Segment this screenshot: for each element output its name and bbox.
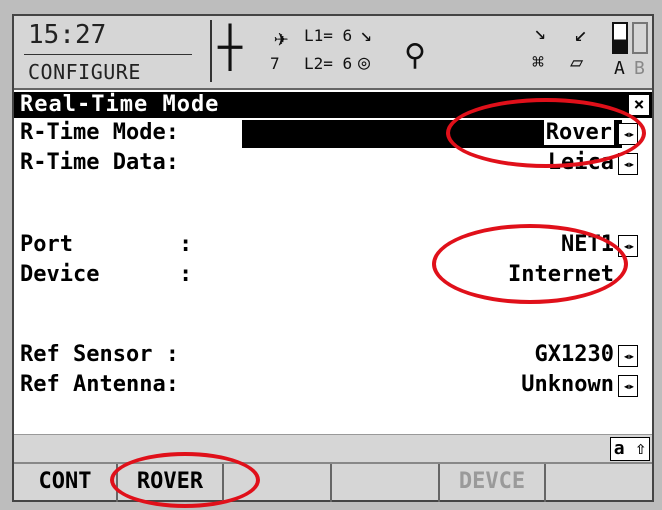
divider [24,54,192,55]
left-right-arrows-icon[interactable]: ◂▸ [618,123,638,145]
field-value[interactable]: Leica [548,150,614,175]
softkey-bar: CONT ROVER DEVCE [14,462,652,502]
battery-a-label: A [614,58,625,79]
rover-button[interactable]: ROVER [118,464,224,502]
info-bar: a ⇧ [14,434,652,462]
clock: 15:27 [28,20,107,50]
battery-b-label: B [634,58,645,79]
field-label: Port : [20,232,193,257]
satellite-icon: ✈ [274,24,289,52]
device-frame: 15:27 CONFIGURE ┼ ✈ 7 L1= 6 L2= 6 ↘ ◎ ⚲ … [0,0,662,510]
close-button[interactable]: × [628,94,650,116]
link-icon: ⌘ [532,50,545,74]
field-label: Ref Sensor : [20,342,179,367]
page-title: Real-Time Mode [20,92,220,117]
signal-icon: ↘ [360,22,373,46]
field-label: R-Time Mode: [20,120,179,145]
field-row-ref-sensor[interactable]: Ref Sensor : GX1230 ◂▸ [14,342,652,370]
softkey-f4[interactable] [332,464,440,502]
crosshair-icon: ┼ [218,25,243,71]
status-bar: 15:27 CONFIGURE ┼ ✈ 7 L1= 6 L2= 6 ↘ ◎ ⚲ … [14,16,652,90]
gps-status: ┼ ✈ 7 L1= 6 L2= 6 ↘ ◎ ⚲ [210,20,442,82]
l1-count: L1= 6 [304,26,353,45]
field-value[interactable]: Unknown [521,372,614,397]
softkey-f3[interactable] [224,464,332,502]
l2-count: L2= 6 [304,54,353,73]
field-value[interactable]: Rover [543,120,614,145]
time-box: 15:27 CONFIGURE [20,20,200,84]
title-bar: Real-Time Mode × [14,92,652,118]
memory-card-icon: ▱ [570,50,584,75]
satellite-count: 7 [270,54,280,73]
walker-icon: ⚲ [404,38,426,73]
left-right-arrows-icon[interactable]: ◂▸ [618,375,638,397]
radio-icon: ↘ [534,20,547,44]
field-row-rtime-data[interactable]: R-Time Data: Leica ◂▸ [14,150,652,178]
screen: 15:27 CONFIGURE ┼ ✈ 7 L1= 6 L2= 6 ↘ ◎ ⚲ … [12,14,654,508]
app-mode: CONFIGURE [28,60,141,84]
devce-button[interactable]: DEVCE [440,464,546,502]
target-icon: ◎ [358,50,371,74]
field-row-device: Device : Internet [14,262,652,290]
left-right-arrows-icon[interactable]: ◂▸ [618,153,638,175]
keyboard-mode-indicator: a ⇧ [610,437,650,461]
field-value[interactable]: GX1230 [535,342,614,367]
battery-b-icon [632,22,648,54]
softkey-f6[interactable] [546,464,652,502]
battery-a-icon [612,22,628,54]
field-row-port[interactable]: Port : NET1 ◂▸ [14,232,652,260]
left-right-arrows-icon[interactable]: ◂▸ [618,235,638,257]
field-row-rtime-mode[interactable]: R-Time Mode: Rover ◂▸ [14,120,652,148]
left-right-arrows-icon[interactable]: ◂▸ [618,345,638,367]
field-label: Device : [20,262,193,287]
field-label: Ref Antenna: [20,372,179,397]
download-arrow-icon: ↙ [574,22,588,47]
field-label: R-Time Data: [20,150,179,175]
field-value[interactable]: NET1 [561,232,614,257]
field-value: Internet [508,262,614,287]
device-status-icons: ↘ ⌘ ↙ ▱ A B [514,20,652,82]
field-row-ref-antenna[interactable]: Ref Antenna: Unknown ◂▸ [14,372,652,400]
cont-button[interactable]: CONT [14,464,118,502]
